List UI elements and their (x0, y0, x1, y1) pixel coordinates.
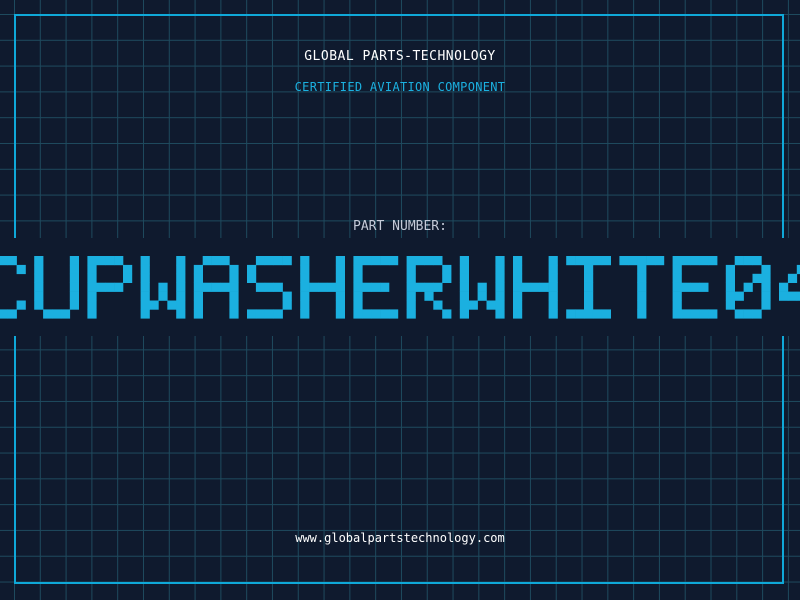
part-number-label: PART NUMBER: (353, 219, 447, 234)
part-number-band (0, 238, 800, 336)
company-name: GLOBAL PARTS-TECHNOLOGY (304, 49, 496, 64)
part-number-glyphs (0, 256, 800, 319)
website-url: www.globalpartstechnology.com (295, 531, 505, 545)
tagline: CERTIFIED AVIATION COMPONENT (294, 80, 506, 94)
part-number-display (0, 256, 800, 319)
